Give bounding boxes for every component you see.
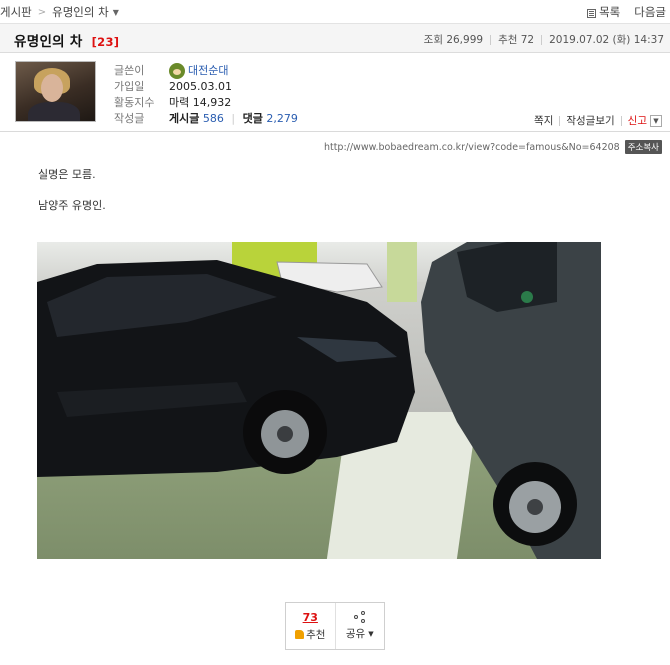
post-url-line: http://www.bobaedream.co.kr/view?code=fa…: [324, 140, 662, 154]
post-title: 유명인의 차 [23]: [14, 30, 119, 50]
writer-label: 글쓴이: [114, 64, 145, 77]
next-post-button[interactable]: 다음글: [634, 4, 666, 20]
post-title-text: 유명인의 차: [14, 34, 83, 50]
chevron-down-icon[interactable]: ▼: [113, 8, 119, 17]
top-navigation-bar: 게시판 > 유명인의 차 ▼ 목록 다음글: [0, 0, 670, 24]
recommend-label: 추천: [306, 628, 326, 641]
joined-date: 2005.03.01: [169, 80, 232, 93]
activity-label: 활동지수: [114, 96, 155, 109]
nickname-text[interactable]: 대전순대: [188, 63, 228, 79]
post-counts: 게시글 586 | 댓글 2,279: [169, 112, 298, 125]
chevron-down-icon: ▼: [368, 629, 374, 638]
activity-value: 마력 14,932: [169, 96, 232, 109]
copy-url-button[interactable]: 주소복사: [624, 140, 662, 154]
parked-cars-illustration: [37, 242, 601, 559]
post-count-label: 게시글: [169, 112, 200, 125]
view-count: 조회 26,999: [423, 34, 484, 46]
breadcrumb-board-link[interactable]: 게시판: [0, 4, 32, 20]
author-info: 글쓴이 가입일 활동지수 작성글 대전순대 2005.03.01 마력 14,9…: [0, 53, 670, 132]
avatar[interactable]: [15, 61, 96, 122]
author-values: 대전순대 2005.03.01 마력 14,932 게시글 586 | 댓글 2…: [169, 63, 298, 127]
recommend-number[interactable]: 73: [303, 611, 318, 624]
member-level-icon: [169, 63, 185, 79]
thumbs-up-icon: [295, 629, 305, 639]
author-nickname[interactable]: 대전순대: [169, 63, 298, 79]
posts-label: 작성글: [114, 112, 145, 125]
author-labels: 글쓴이 가입일 활동지수 작성글: [114, 63, 154, 127]
post-url: http://www.bobaedream.co.kr/view?code=fa…: [323, 141, 620, 153]
recommend-button[interactable]: 73 추천: [286, 603, 335, 649]
breadcrumb-separator-icon: >: [37, 6, 47, 18]
post-header: 유명인의 차 [23] 조회 26,999 추천 72 2019.07.02 (…: [0, 24, 670, 53]
author-actions: 쪽지 작성글보기 신고 ▼: [534, 113, 662, 128]
report-button[interactable]: 신고: [628, 113, 647, 128]
joined-label: 가입일: [114, 80, 145, 93]
share-button[interactable]: 공유 ▼: [334, 603, 385, 649]
recommend-count: 추천 72: [498, 34, 535, 46]
share-icon: [353, 611, 366, 623]
post-stats: 조회 26,999 추천 72 2019.07.02 (화) 14:37: [424, 32, 664, 47]
post-count-link[interactable]: 586: [203, 112, 224, 125]
comment-count-badge[interactable]: [23]: [92, 35, 120, 49]
breadcrumb: 게시판 > 유명인의 차 ▼: [0, 4, 119, 20]
chevron-down-icon[interactable]: ▼: [650, 114, 662, 127]
view-posts-button[interactable]: 작성글보기: [566, 113, 614, 128]
reaction-box: 73 추천 공유 ▼: [285, 602, 385, 650]
post-photo[interactable]: [37, 242, 601, 559]
comment-count-link[interactable]: 2,279: [266, 112, 298, 125]
list-button[interactable]: 목록: [599, 4, 620, 20]
breadcrumb-category-dropdown[interactable]: 유명인의 차: [52, 4, 109, 20]
content-line-1: 실명은 모름.: [38, 168, 96, 181]
share-label: 공유: [345, 628, 366, 640]
list-icon[interactable]: [587, 8, 597, 18]
content-line-2: 남양주 유명인.: [38, 199, 106, 212]
comment-count-label: 댓글: [242, 112, 263, 125]
post-datetime: 2019.07.02 (화) 14:37: [549, 34, 664, 46]
message-button[interactable]: 쪽지: [534, 113, 553, 128]
